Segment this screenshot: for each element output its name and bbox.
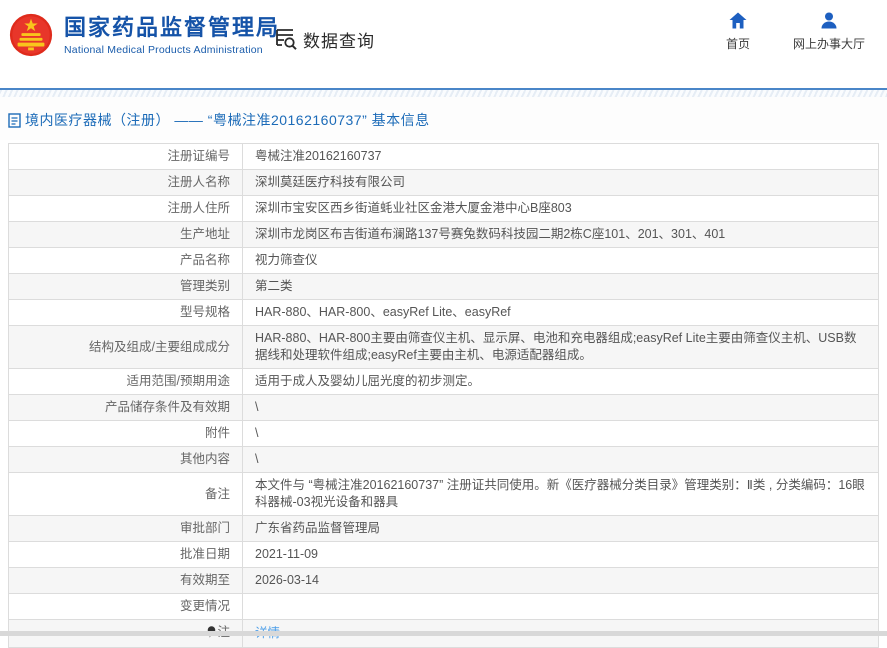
table-row: 管理类别第二类 bbox=[9, 274, 879, 300]
table-row: 型号规格HAR-880、HAR-800、easyRef Lite、easyRef bbox=[9, 300, 879, 326]
row-label: 型号规格 bbox=[9, 300, 243, 326]
table-row: 结构及组成/主要组成成分HAR-880、HAR-800主要由筛查仪主机、显示屏、… bbox=[9, 326, 879, 369]
row-value: 粤械注准20162160737 bbox=[243, 144, 879, 170]
registration-table-wrap: 注册证编号粤械注准20162160737注册人名称深圳莫廷医疗科技有限公司注册人… bbox=[8, 143, 879, 648]
hatched-band bbox=[0, 90, 887, 97]
nav-home-label: 首页 bbox=[726, 35, 750, 52]
table-row: 其他内容\ bbox=[9, 447, 879, 473]
data-query-label: 数据查询 bbox=[303, 27, 375, 52]
row-value: 视力筛查仪 bbox=[243, 248, 879, 274]
table-row: 生产地址深圳市龙岗区布吉街道布澜路137号赛兔数码科技园二期2栋C座101、20… bbox=[9, 222, 879, 248]
agency-name-en: National Medical Products Administration bbox=[64, 44, 280, 56]
row-label: 结构及组成/主要组成成分 bbox=[9, 326, 243, 369]
registration-table: 注册证编号粤械注准20162160737注册人名称深圳莫廷医疗科技有限公司注册人… bbox=[8, 143, 879, 648]
table-row: 备注本文件与 “粤械注准20162160737” 注册证共同使用。新《医疗器械分… bbox=[9, 473, 879, 516]
row-value: \ bbox=[243, 447, 879, 473]
table-row: 变更情况 bbox=[9, 594, 879, 620]
table-row: 审批部门广东省药品监督管理局 bbox=[9, 516, 879, 542]
row-label: 其他内容 bbox=[9, 447, 243, 473]
row-label: 附件 bbox=[9, 421, 243, 447]
table-row: 产品名称视力筛查仪 bbox=[9, 248, 879, 274]
table-row: 有效期至2026-03-14 bbox=[9, 568, 879, 594]
row-value: 2021-11-09 bbox=[243, 542, 879, 568]
registration-table-body: 注册证编号粤械注准20162160737注册人名称深圳莫廷医疗科技有限公司注册人… bbox=[9, 144, 879, 648]
row-label: 审批部门 bbox=[9, 516, 243, 542]
table-row: 产品储存条件及有效期\ bbox=[9, 395, 879, 421]
row-value: \ bbox=[243, 421, 879, 447]
row-value: 本文件与 “粤械注准20162160737” 注册证共同使用。新《医疗器械分类目… bbox=[243, 473, 879, 516]
user-icon bbox=[820, 12, 838, 29]
row-label: 备注 bbox=[9, 473, 243, 516]
document-icon bbox=[8, 113, 21, 128]
row-label: 产品储存条件及有效期 bbox=[9, 395, 243, 421]
row-value: HAR-880、HAR-800主要由筛查仪主机、显示屏、电池和充电器组成;eas… bbox=[243, 326, 879, 369]
home-icon bbox=[729, 12, 747, 29]
table-row: 附件\ bbox=[9, 421, 879, 447]
nav-hall-label: 网上办事大厅 bbox=[793, 35, 865, 52]
row-label: 变更情况 bbox=[9, 594, 243, 620]
footer-strip bbox=[0, 631, 887, 636]
row-value: 广东省药品监督管理局 bbox=[243, 516, 879, 542]
national-emblem-icon bbox=[8, 12, 54, 58]
row-value bbox=[243, 594, 879, 620]
row-value: 深圳莫廷医疗科技有限公司 bbox=[243, 170, 879, 196]
agency-name-cn: 国家药品监督管理局 bbox=[64, 15, 280, 41]
row-value: 第二类 bbox=[243, 274, 879, 300]
table-row: 注册证编号粤械注准20162160737 bbox=[9, 144, 879, 170]
row-value: 深圳市龙岗区布吉街道布澜路137号赛兔数码科技园二期2栋C座101、201、30… bbox=[243, 222, 879, 248]
row-label: 生产地址 bbox=[9, 222, 243, 248]
row-label: 注册人住所 bbox=[9, 196, 243, 222]
agency-title-block: 国家药品监督管理局 National Medical Products Admi… bbox=[64, 15, 280, 56]
breadcrumb: 境内医疗器械（注册） —— “粤械注准20162160737” 基本信息 bbox=[0, 97, 887, 140]
doc-search-icon bbox=[272, 26, 298, 52]
row-value: 适用于成人及婴幼儿屈光度的初步测定。 bbox=[243, 369, 879, 395]
nav-online-hall[interactable]: 网上办事大厅 bbox=[793, 12, 865, 52]
header-nav: 首页 网上办事大厅 bbox=[721, 12, 865, 52]
row-value: \ bbox=[243, 395, 879, 421]
table-row: 注册人住所深圳市宝安区西乡街道蚝业社区金港大厦金港中心B座803 bbox=[9, 196, 879, 222]
table-row: 适用范围/预期用途适用于成人及婴幼儿屈光度的初步测定。 bbox=[9, 369, 879, 395]
row-label: 注册证编号 bbox=[9, 144, 243, 170]
row-value: HAR-880、HAR-800、easyRef Lite、easyRef bbox=[243, 300, 879, 326]
table-row: 注册人名称深圳莫廷医疗科技有限公司 bbox=[9, 170, 879, 196]
row-value: 深圳市宝安区西乡街道蚝业社区金港大厦金港中心B座803 bbox=[243, 196, 879, 222]
row-value: 2026-03-14 bbox=[243, 568, 879, 594]
page-title: 境内医疗器械（注册） —— “粤械注准20162160737” 基本信息 bbox=[25, 110, 430, 130]
nav-home[interactable]: 首页 bbox=[721, 12, 755, 52]
row-label: 批准日期 bbox=[9, 542, 243, 568]
top-header: 国家药品监督管理局 National Medical Products Admi… bbox=[0, 0, 887, 88]
data-query-tab[interactable]: 数据查询 bbox=[272, 26, 375, 52]
table-row: 批准日期2021-11-09 bbox=[9, 542, 879, 568]
row-label: 产品名称 bbox=[9, 248, 243, 274]
brand-block: 国家药品监督管理局 National Medical Products Admi… bbox=[8, 12, 280, 58]
row-label: 注册人名称 bbox=[9, 170, 243, 196]
row-label: 管理类别 bbox=[9, 274, 243, 300]
row-label: 适用范围/预期用途 bbox=[9, 369, 243, 395]
row-label: 有效期至 bbox=[9, 568, 243, 594]
